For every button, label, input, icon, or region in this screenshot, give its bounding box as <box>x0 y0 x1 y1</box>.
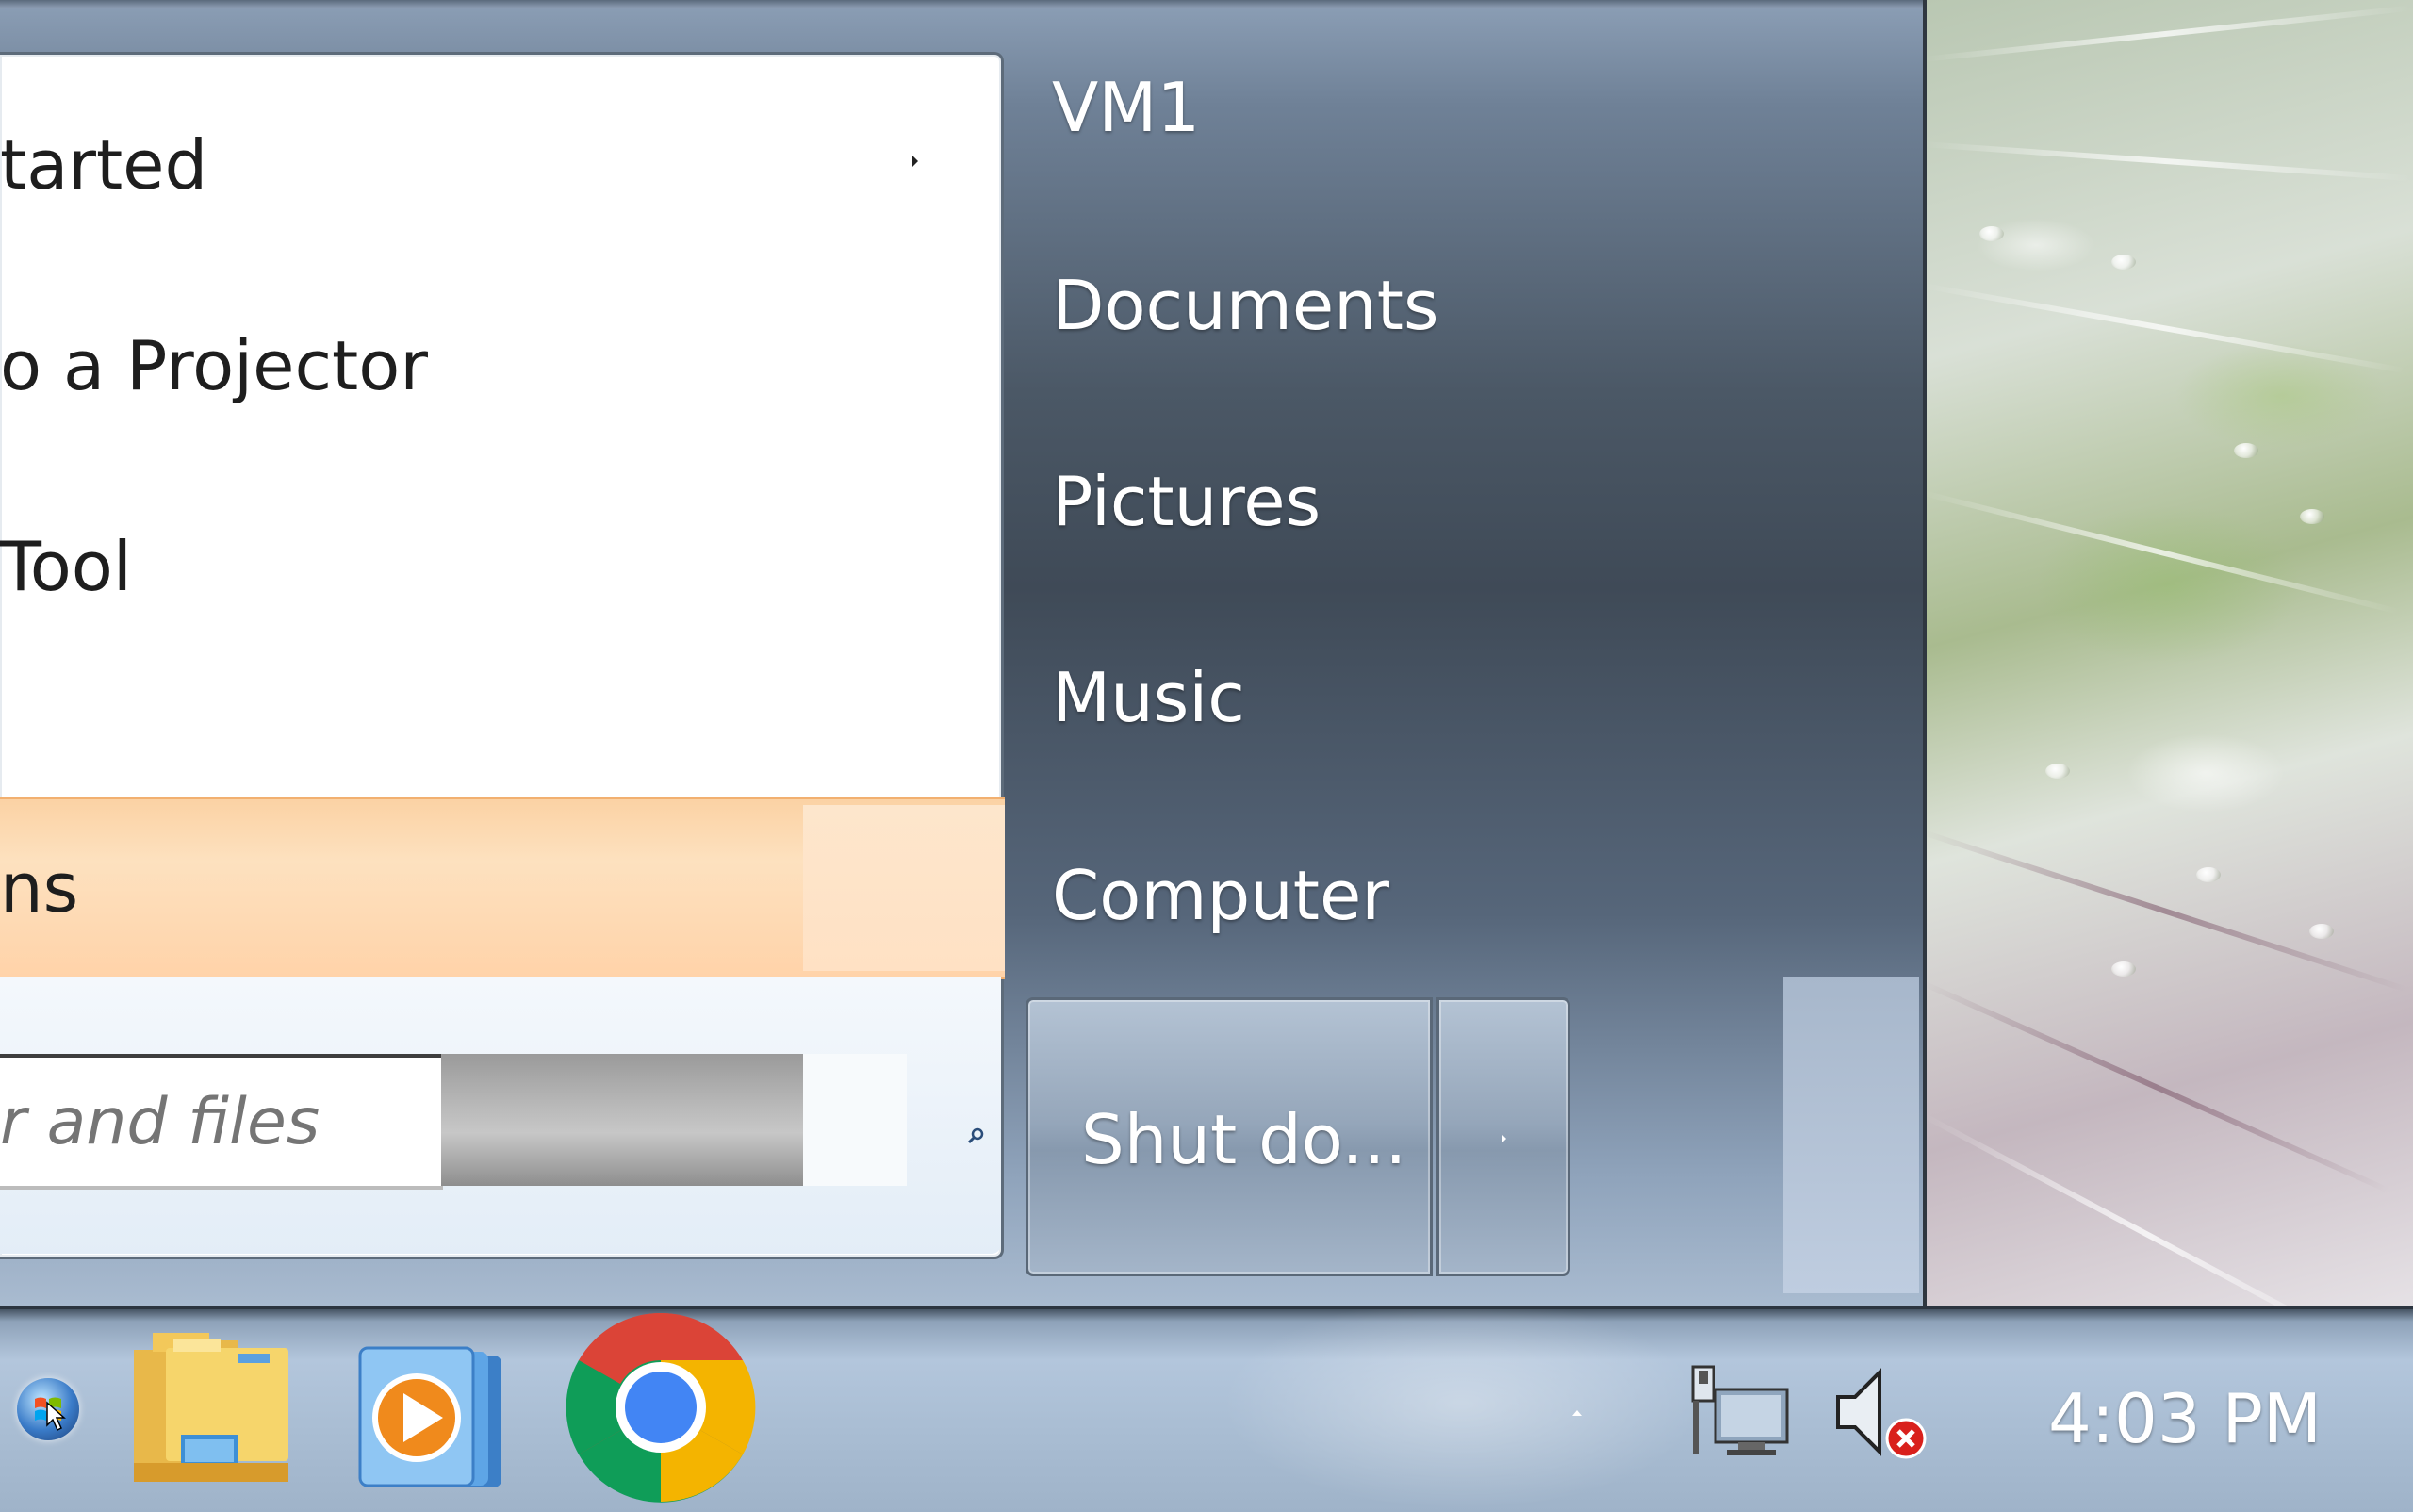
network-icon[interactable] <box>1689 1363 1793 1457</box>
all-programs-label: ns <box>0 848 79 928</box>
shutdown-options-button[interactable] <box>1436 997 1570 1276</box>
program-item-connect-projector[interactable]: o a Projector <box>0 309 980 422</box>
program-item-label: o a Projector <box>0 326 428 405</box>
program-item-snipping-tool[interactable]: Tool <box>0 510 980 623</box>
volume-muted-icon[interactable] <box>1832 1365 1936 1459</box>
right-link-pictures[interactable]: Pictures <box>1052 462 1321 541</box>
shutdown-button[interactable]: Shut do... <box>1026 997 1433 1276</box>
start-button[interactable] <box>17 1378 79 1440</box>
right-link-computer[interactable]: Computer <box>1052 856 1389 935</box>
windows-media-player-icon[interactable] <box>351 1346 520 1492</box>
submenu-arrow-icon <box>912 156 918 167</box>
shutdown-controls: Shut do... <box>1026 997 1570 1276</box>
google-chrome-icon[interactable] <box>564 1310 758 1504</box>
system-clock[interactable]: 4:03 PM <box>2044 1372 2326 1466</box>
program-item-getting-started[interactable]: tarted <box>0 108 980 222</box>
start-menu-rim <box>0 0 1923 8</box>
right-link-documents[interactable]: Documents <box>1052 266 1439 345</box>
search-input[interactable] <box>0 1058 434 1186</box>
start-menu: tarted o a Projector Tool ns VM1 Documen… <box>0 0 1927 1306</box>
shutdown-label: Shut do... <box>1081 1100 1407 1179</box>
show-hidden-icons-button[interactable] <box>1572 1410 1582 1416</box>
search-icon[interactable] <box>967 1127 984 1144</box>
search-box[interactable] <box>0 1054 443 1190</box>
desktop-wallpaper <box>1921 0 2413 1357</box>
windows-explorer-icon[interactable] <box>124 1322 304 1491</box>
right-link-vm1[interactable]: VM1 <box>1052 68 1200 147</box>
program-item-label: Tool <box>0 527 132 606</box>
chevron-right-icon <box>1502 1134 1506 1143</box>
all-programs-button[interactable]: ns <box>0 797 1005 979</box>
mouse-cursor-icon <box>46 1401 66 1432</box>
right-link-music[interactable]: Music <box>1052 658 1245 737</box>
search-input-selection <box>441 1054 803 1186</box>
program-item-label: tarted <box>0 125 208 205</box>
search-area <box>0 977 1001 1254</box>
